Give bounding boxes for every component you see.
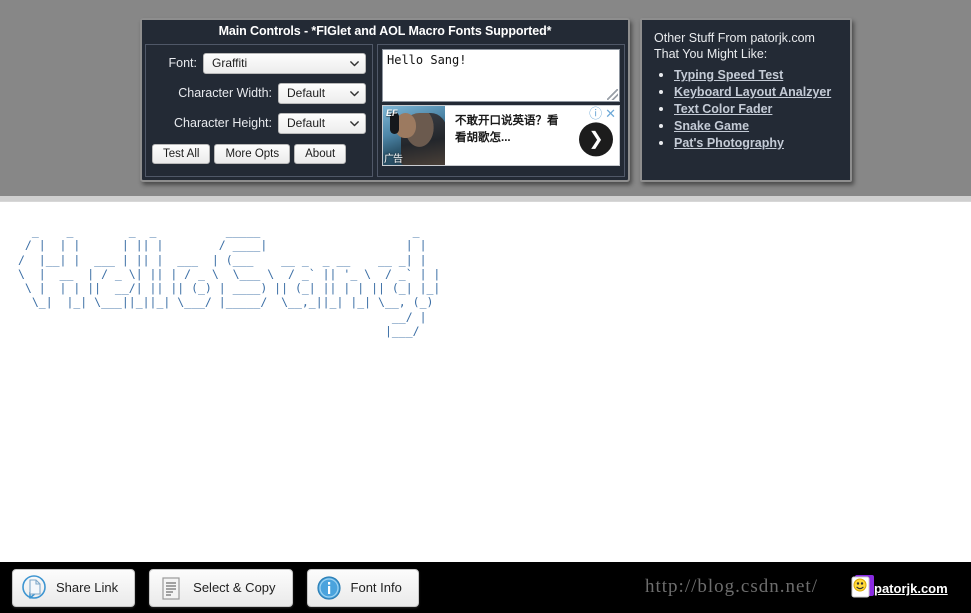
watermark-badge-icon <box>847 573 877 599</box>
character-height-row: Character Height: Default <box>152 112 366 134</box>
input-column: Hello Sang! EF 广告 不敢开口说英语？看 看胡歌怎... ⓘ ✕ … <box>377 44 625 177</box>
share-link-button[interactable]: Share Link <box>12 568 136 607</box>
link-pats-photography[interactable]: Pat's Photography <box>674 136 784 150</box>
info-icon <box>316 575 342 601</box>
share-link-label: Share Link <box>56 580 119 595</box>
ascii-art-text: _ _ _ _ _____ _ / | | | | || | / ____| |… <box>18 224 441 339</box>
other-stuff-list: Typing Speed Test Keyboard Layout Analzy… <box>654 67 840 151</box>
list-item: Keyboard Layout Analzyer <box>674 84 840 100</box>
character-width-select[interactable]: Default <box>278 82 366 104</box>
text-input-value: Hello Sang! <box>387 53 467 67</box>
chevron-down-icon <box>349 118 360 129</box>
ascii-art-output-area[interactable]: _ _ _ _ _____ _ / | | | | || | / ____| |… <box>0 201 971 562</box>
document-lines-icon <box>158 575 184 601</box>
more-opts-button[interactable]: More Opts <box>214 144 291 164</box>
bottom-toolbar: Share Link Select & Copy Font Info <box>0 562 971 613</box>
main-panel-title: Main Controls - *FIGlet and AOL Macro Fo… <box>142 20 628 43</box>
ad-image: EF 广告 <box>383 106 445 165</box>
character-width-label: Character Width: <box>178 86 272 100</box>
chevron-down-icon <box>349 88 360 99</box>
chevron-down-icon <box>349 58 360 69</box>
character-height-select[interactable]: Default <box>278 112 366 134</box>
character-height-value: Default <box>287 116 326 130</box>
ad-next-arrow-icon[interactable]: ❯ <box>579 121 613 156</box>
list-item: Text Color Fader <box>674 101 840 117</box>
text-input-area[interactable]: Hello Sang! <box>382 49 620 102</box>
font-info-label: Font Info <box>350 580 402 595</box>
main-panel-body: Font: Graffiti Character Width: Default <box>145 44 625 177</box>
other-stuff-heading: Other Stuff From patorjk.com That You Mi… <box>654 31 815 61</box>
select-and-copy-button[interactable]: Select & Copy <box>149 568 293 607</box>
link-keyboard-layout-analyzer[interactable]: Keyboard Layout Analzyer <box>674 85 831 99</box>
resize-grip-icon[interactable] <box>607 89 618 100</box>
ad-brand-logo: EF <box>386 108 398 118</box>
test-all-button[interactable]: Test All <box>152 144 211 164</box>
ad-disclosure-label: 广告 <box>384 154 403 165</box>
link-text-color-fader[interactable]: Text Color Fader <box>674 102 772 116</box>
share-link-icon <box>21 574 47 601</box>
about-button[interactable]: About <box>294 144 347 164</box>
ad-close-icon[interactable]: ✕ <box>605 107 616 120</box>
link-snake-game[interactable]: Snake Game <box>674 119 749 133</box>
main-controls-panel: Main Controls - *FIGlet and AOL Macro Fo… <box>140 18 630 182</box>
character-height-label: Character Height: <box>174 116 272 130</box>
blog-watermark-url: http://blog.csdn.net/ <box>645 576 818 597</box>
select-and-copy-label: Select & Copy <box>193 580 276 595</box>
link-typing-speed-test[interactable]: Typing Speed Test <box>674 68 783 82</box>
font-row: Font: Graffiti <box>152 52 366 74</box>
character-width-value: Default <box>287 86 326 100</box>
character-width-row: Character Width: Default <box>152 82 366 104</box>
controls-column: Font: Graffiti Character Width: Default <box>145 44 373 177</box>
panel-button-row: Test All More Opts About <box>152 144 366 164</box>
other-stuff-panel: Other Stuff From patorjk.com That You Mi… <box>640 18 852 182</box>
font-select[interactable]: Graffiti <box>203 52 366 74</box>
ad-controls: ⓘ ✕ <box>589 107 616 120</box>
list-item: Snake Game <box>674 118 840 134</box>
list-item: Typing Speed Test <box>674 67 840 83</box>
font-label: Font: <box>168 56 198 70</box>
advertisement-banner[interactable]: EF 广告 不敢开口说英语？看 看胡歌怎... ⓘ ✕ ❯ <box>382 105 620 166</box>
font-info-button[interactable]: Font Info <box>306 568 419 607</box>
ad-info-icon[interactable]: ⓘ <box>589 107 602 120</box>
font-select-value: Graffiti <box>212 56 248 70</box>
list-item: Pat's Photography <box>674 135 840 151</box>
watermark-site-label: patorjk.com <box>874 581 948 596</box>
